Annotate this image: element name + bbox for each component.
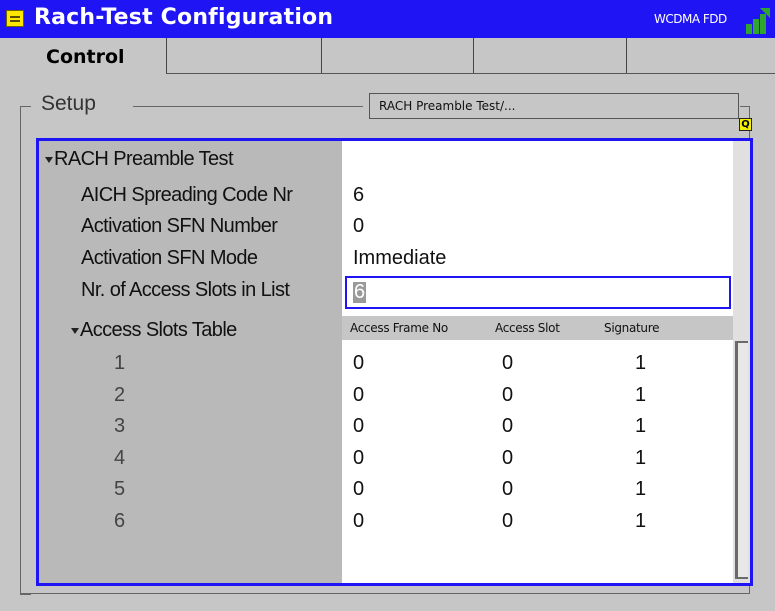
tree-section-access-slots-table[interactable]: Access Slots Table [80, 319, 237, 342]
tab-control[interactable]: Control [10, 38, 166, 74]
breadcrumb[interactable]: RACH Preamble Test/... [369, 93, 739, 119]
cell-access-frame-no[interactable]: 0 [353, 415, 364, 438]
cell-signature[interactable]: 1 [635, 510, 646, 533]
column-header-access-frame-no: Access Frame No [350, 321, 448, 335]
collapse-triangle-icon[interactable] [71, 328, 79, 334]
collapse-triangle-icon[interactable] [45, 157, 53, 163]
param-value-aich-spreading-code[interactable]: 6 [353, 184, 364, 207]
tree-section-rach-preamble-test[interactable]: RACH Preamble Test [54, 148, 234, 171]
scrollbar-thumb[interactable] [735, 341, 748, 579]
cell-access-frame-no[interactable]: 0 [353, 447, 364, 470]
table-header: Access Frame No Access Slot Signature [342, 316, 733, 340]
param-value-activation-sfn-number[interactable]: 0 [353, 215, 364, 238]
title-bar: Rach-Test Configuration WCDMA FDD [0, 0, 775, 38]
settings-panel: RACH Preamble Test AICH Spreading Code N… [36, 138, 753, 586]
cell-signature[interactable]: 1 [635, 415, 646, 438]
setup-frame-top [133, 106, 363, 107]
row-index: 2 [114, 384, 126, 406]
tab-empty-1[interactable] [166, 38, 321, 74]
setup-group-label: Setup [38, 92, 99, 116]
cell-access-frame-no[interactable]: 0 [353, 478, 364, 501]
nr-access-slots-value: 6 [353, 281, 367, 303]
cell-access-frame-no[interactable]: 0 [353, 384, 364, 407]
cell-signature[interactable]: 1 [635, 447, 646, 470]
nr-access-slots-input[interactable]: 6 [345, 276, 731, 309]
tab-control-label: Control [46, 46, 125, 68]
row-index: 3 [114, 415, 126, 437]
cell-access-slot[interactable]: 0 [502, 352, 513, 375]
cell-access-slot[interactable]: 0 [502, 415, 513, 438]
param-label-activation-sfn-number[interactable]: Activation SFN Number [81, 215, 278, 238]
row-index: 5 [114, 478, 126, 500]
parameter-label-column [39, 141, 342, 583]
q-icon: Q [739, 118, 752, 131]
tab-empty-4[interactable] [626, 38, 775, 74]
cell-signature[interactable]: 1 [635, 384, 646, 407]
param-value-activation-sfn-mode[interactable]: Immediate [353, 247, 446, 270]
param-label-activation-sfn-mode[interactable]: Activation SFN Mode [81, 247, 258, 270]
cell-signature[interactable]: 1 [635, 478, 646, 501]
tab-empty-3[interactable] [473, 38, 626, 74]
row-index: 4 [114, 447, 126, 469]
window-title: Rach-Test Configuration [34, 5, 334, 30]
row-index: 6 [114, 510, 126, 532]
cell-access-slot[interactable]: 0 [502, 510, 513, 533]
cell-access-frame-no[interactable]: 0 [353, 352, 364, 375]
column-header-access-slot: Access Slot [495, 321, 560, 335]
column-header-signature: Signature [604, 321, 660, 335]
tab-underline [166, 73, 775, 74]
tab-bar: Control [10, 38, 775, 74]
setup-frame-left [20, 106, 31, 595]
menu-icon[interactable] [6, 10, 24, 27]
row-index: 1 [114, 352, 126, 374]
param-label-nr-access-slots[interactable]: Nr. of Access Slots in List [81, 279, 290, 302]
breadcrumb-text: RACH Preamble Test/... [379, 99, 516, 113]
cell-access-slot[interactable]: 0 [502, 384, 513, 407]
tab-empty-2[interactable] [321, 38, 473, 74]
cell-access-slot[interactable]: 0 [502, 478, 513, 501]
cell-signature[interactable]: 1 [635, 352, 646, 375]
cell-access-slot[interactable]: 0 [502, 447, 513, 470]
cell-access-frame-no[interactable]: 0 [353, 510, 364, 533]
setup-frame-bottom [20, 593, 750, 594]
network-standard-label: WCDMA FDD [654, 12, 727, 26]
config-window: Rach-Test Configuration WCDMA FDD Contro… [0, 0, 775, 611]
param-label-aich-spreading-code[interactable]: AICH Spreading Code Nr [81, 184, 293, 207]
parameter-value-column [342, 141, 733, 583]
network-standard-icon [746, 8, 770, 34]
